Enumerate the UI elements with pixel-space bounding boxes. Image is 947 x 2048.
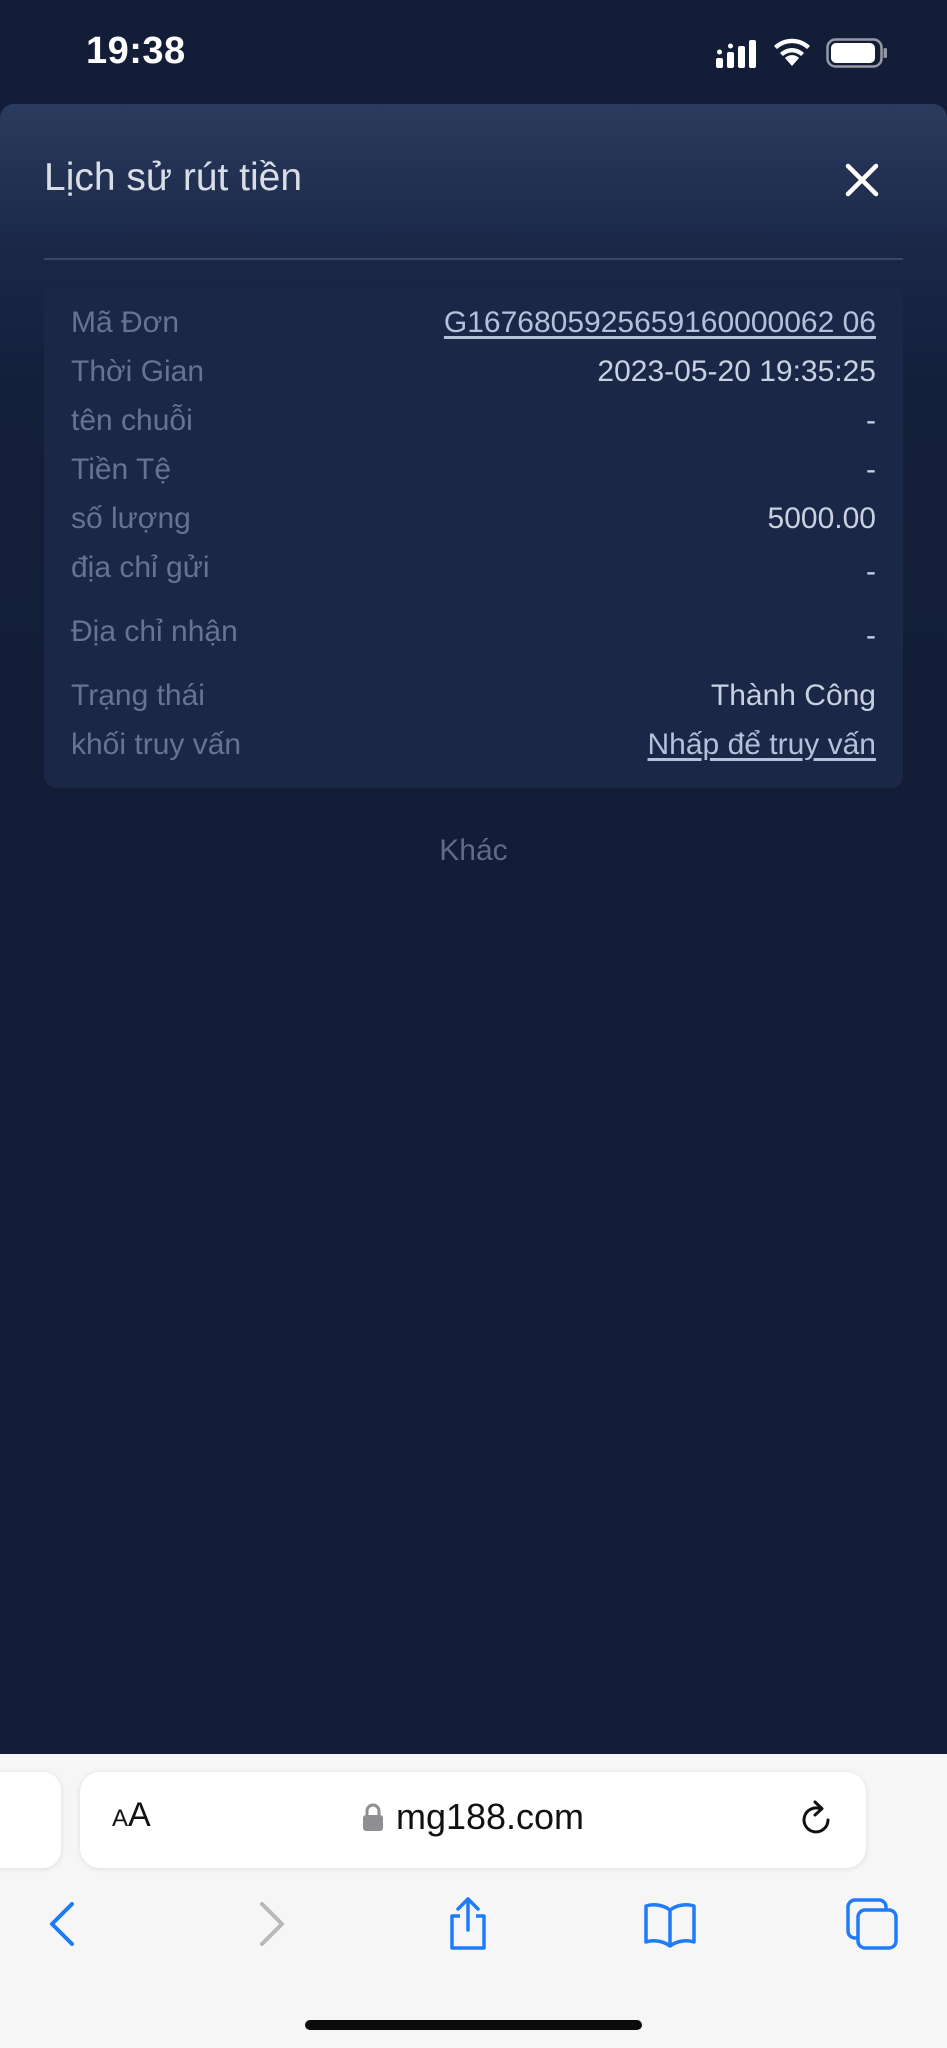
wifi-icon — [774, 38, 810, 66]
chain-name-label: tên chuỗi — [71, 404, 193, 437]
address-bar[interactable]: AA mg188.com — [80, 1772, 866, 1868]
detail-row-currency: Tiền Tệ - — [71, 453, 876, 497]
withdrawal-history-sheet: Lịch sử rút tiền Mã Đơn G167680592565916… — [0, 104, 947, 1754]
detail-row-time: Thời Gian 2023-05-20 19:35:25 — [71, 355, 876, 399]
browser-bottom-bar: AA mg188.com — [0, 1754, 947, 2048]
amount-value: 5000.00 — [767, 502, 876, 535]
url-text: mg188.com — [395, 1796, 585, 1837]
home-indicator — [305, 2020, 642, 2030]
share-icon[interactable] — [440, 1896, 496, 1952]
status-time: 19:38 — [86, 30, 186, 72]
forward-icon[interactable] — [242, 1896, 298, 1952]
receiver-address-value: - — [866, 619, 876, 652]
reload-icon[interactable] — [794, 1798, 838, 1842]
detail-row-amount: số lượng 5000.00 — [71, 502, 876, 546]
detail-row-receiver-address: Địa chỉ nhận - — [71, 615, 876, 659]
time-value: 2023-05-20 19:35:25 — [597, 355, 876, 388]
detail-row-order-id: Mã Đơn G1676805925659160000062 06 — [71, 306, 876, 350]
detail-row-sender-address: địa chỉ gửi - — [71, 551, 876, 595]
detail-row-status: Trạng thái Thành Công — [71, 679, 876, 723]
close-icon[interactable] — [838, 156, 886, 204]
battery-icon — [826, 38, 887, 68]
order-id-link[interactable]: G1676805925659160000062 06 — [444, 306, 876, 340]
receiver-address-label: Địa chỉ nhận — [71, 615, 238, 648]
status-bar: 19:38 — [0, 0, 947, 104]
title-divider — [44, 258, 903, 260]
tabs-icon[interactable] — [844, 1896, 900, 1952]
cellular-signal-icon — [716, 40, 756, 68]
chain-name-value: - — [866, 404, 876, 437]
back-icon[interactable] — [36, 1896, 92, 1952]
order-id-label: Mã Đơn — [71, 306, 180, 339]
time-label: Thời Gian — [71, 355, 205, 388]
detail-row-chain-name: tên chuỗi - — [71, 404, 876, 448]
lock-icon — [362, 1803, 383, 1831]
status-label: Trạng thái — [71, 679, 205, 712]
status-value: Thành Công — [710, 679, 876, 712]
bookmarks-icon[interactable] — [642, 1896, 698, 1952]
detail-row-block-query: khối truy vấn Nhấp để truy vấn — [71, 728, 876, 772]
sheet-title: Lịch sử rút tiền — [44, 156, 303, 199]
withdrawal-detail-card: Mã Đơn G1676805925659160000062 06 Thời G… — [44, 286, 903, 788]
amount-label: số lượng — [71, 502, 191, 535]
previous-tab-preview[interactable] — [0, 1772, 61, 1868]
currency-value: - — [866, 453, 876, 486]
currency-label: Tiền Tệ — [71, 453, 172, 486]
url-display[interactable]: mg188.com — [80, 1796, 866, 1838]
block-query-label: khối truy vấn — [71, 728, 242, 761]
block-query-link[interactable]: Nhấp để truy vấn — [648, 728, 876, 762]
sender-address-value: - — [866, 555, 876, 588]
sender-address-label: địa chỉ gửi — [71, 551, 210, 584]
more-button[interactable]: Khác — [0, 834, 947, 868]
screen: 19:38 Lịch sử rút tiền Mã Đơn G167680592… — [0, 0, 947, 2048]
